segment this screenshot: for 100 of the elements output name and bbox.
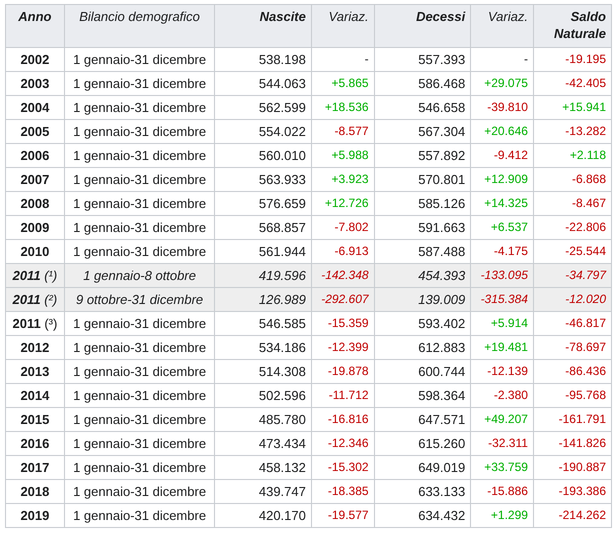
- table-cell: 598.364: [374, 384, 471, 408]
- table-cell: 2006: [6, 144, 64, 168]
- column-header: Decessi: [374, 4, 471, 48]
- table-cell: -193.386: [533, 480, 612, 504]
- column-header: Variaz.: [311, 4, 374, 48]
- table-cell: 419.596: [214, 264, 312, 288]
- table-cell: 2009: [6, 216, 64, 240]
- table-cell: +5.914: [470, 312, 534, 336]
- table-cell: 1 gennaio-31 dicembre: [64, 144, 215, 168]
- table-cell: 563.933: [214, 168, 312, 192]
- table-cell: 587.488: [374, 240, 471, 264]
- table-cell: -141.826: [533, 432, 612, 456]
- table-cell: 647.571: [374, 408, 471, 432]
- table-cell: -39.810: [470, 96, 534, 120]
- table-cell: 9 ottobre-31 dicembre: [64, 288, 215, 312]
- table-cell: 633.133: [374, 480, 471, 504]
- table-cell: -12.020: [533, 288, 612, 312]
- table-cell: -161.791: [533, 408, 612, 432]
- table-cell: 649.019: [374, 456, 471, 480]
- table-cell: -34.797: [533, 264, 612, 288]
- table-cell: -78.697: [533, 336, 612, 360]
- table-cell: 1 gennaio-31 dicembre: [64, 120, 215, 144]
- table-cell: +49.207: [470, 408, 534, 432]
- table-cell: 1 gennaio-31 dicembre: [64, 336, 215, 360]
- table-cell: 561.944: [214, 240, 312, 264]
- table-cell: -214.262: [533, 504, 612, 528]
- table-cell: -15.886: [470, 480, 534, 504]
- table-cell: 2015: [6, 408, 64, 432]
- table-cell: 2016: [6, 432, 64, 456]
- table-cell: 593.402: [374, 312, 471, 336]
- column-header: Variaz.: [470, 4, 534, 48]
- table-cell: 2011 (¹): [6, 264, 64, 288]
- table-cell: 562.599: [214, 96, 312, 120]
- table-cell: -16.816: [311, 408, 374, 432]
- table-cell: 1 gennaio-31 dicembre: [64, 504, 215, 528]
- table-cell: +1.299: [470, 504, 534, 528]
- table-cell: 1 gennaio-31 dicembre: [64, 48, 215, 72]
- table-cell: -15.302: [311, 456, 374, 480]
- table-cell: +12.726: [311, 192, 374, 216]
- table-cell: +19.481: [470, 336, 534, 360]
- table-cell: -19.878: [311, 360, 374, 384]
- table-cell: 2007: [6, 168, 64, 192]
- table-cell: 591.663: [374, 216, 471, 240]
- table-cell: 2011 (³): [6, 312, 64, 336]
- table-cell: -8.467: [533, 192, 612, 216]
- table-cell: -11.712: [311, 384, 374, 408]
- table-cell: -46.817: [533, 312, 612, 336]
- table-cell: 514.308: [214, 360, 312, 384]
- table-cell: 1 gennaio-31 dicembre: [64, 192, 215, 216]
- table-cell: 544.063: [214, 72, 312, 96]
- table-cell: -4.175: [470, 240, 534, 264]
- table-cell: -13.282: [533, 120, 612, 144]
- table-cell: 576.659: [214, 192, 312, 216]
- table-cell: 586.468: [374, 72, 471, 96]
- table-cell: 1 gennaio-31 dicembre: [64, 480, 215, 504]
- table-cell: -18.385: [311, 480, 374, 504]
- table-cell: +14.325: [470, 192, 534, 216]
- table-cell: 2012: [6, 336, 64, 360]
- table-cell: +20.646: [470, 120, 534, 144]
- table-cell: 600.744: [374, 360, 471, 384]
- table-cell: +5.988: [311, 144, 374, 168]
- table-cell: -86.436: [533, 360, 612, 384]
- table-cell: -9.412: [470, 144, 534, 168]
- table-cell: -7.802: [311, 216, 374, 240]
- table-cell: 2004: [6, 96, 64, 120]
- table-cell: -133.095: [470, 264, 534, 288]
- table-cell: 1 gennaio-31 dicembre: [64, 360, 215, 384]
- table-cell: +6.537: [470, 216, 534, 240]
- table-cell: -: [470, 48, 534, 72]
- table-cell: 1 gennaio-31 dicembre: [64, 240, 215, 264]
- table-cell: 502.596: [214, 384, 312, 408]
- table-cell: 567.304: [374, 120, 471, 144]
- table-cell: +2.118: [533, 144, 612, 168]
- table-cell: 473.434: [214, 432, 312, 456]
- table-cell: 585.126: [374, 192, 471, 216]
- table-cell: 126.989: [214, 288, 312, 312]
- table-cell: 557.892: [374, 144, 471, 168]
- table-cell: 2017: [6, 456, 64, 480]
- table-cell: 560.010: [214, 144, 312, 168]
- table-cell: +3.923: [311, 168, 374, 192]
- table-cell: 557.393: [374, 48, 471, 72]
- table-cell: 1 gennaio-31 dicembre: [64, 432, 215, 456]
- table-cell: 485.780: [214, 408, 312, 432]
- table-cell: 454.393: [374, 264, 471, 288]
- table-cell: 439.747: [214, 480, 312, 504]
- table-cell: -6.913: [311, 240, 374, 264]
- table-cell: 420.170: [214, 504, 312, 528]
- table-cell: 1 gennaio-31 dicembre: [64, 312, 215, 336]
- table-cell: -: [311, 48, 374, 72]
- table-cell: +15.941: [533, 96, 612, 120]
- table-cell: 2011 (²): [6, 288, 64, 312]
- table-cell: 2010: [6, 240, 64, 264]
- table-cell: 1 gennaio-31 dicembre: [64, 168, 215, 192]
- table-cell: +18.536: [311, 96, 374, 120]
- table-cell: -12.399: [311, 336, 374, 360]
- table-cell: 2005: [6, 120, 64, 144]
- table-cell: -190.887: [533, 456, 612, 480]
- table-cell: 1 gennaio-8 ottobre: [64, 264, 215, 288]
- table-cell: -42.405: [533, 72, 612, 96]
- table-cell: -95.768: [533, 384, 612, 408]
